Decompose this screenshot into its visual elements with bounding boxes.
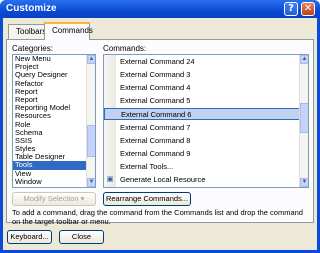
command-label: External Command 7 [120,122,191,132]
dropdown-arrow-icon: ▾ [80,194,85,203]
command-item[interactable]: External Command 24 [104,56,300,68]
modify-selection-button[interactable]: Modify Selection ▾ [12,192,96,206]
close-window-button[interactable]: ✕ [301,2,315,16]
commands-scrollbar[interactable]: ▲ ▼ [299,55,308,187]
commands-label: Commands: [103,44,147,53]
command-item[interactable]: External Command 6 [104,108,300,121]
categories-listbox[interactable]: New Menu Project Query Designer Refactor Rep… [12,54,96,188]
command-label: External Command 4 [120,83,191,93]
close-button[interactable]: Close [59,230,104,244]
categories-scrollbar[interactable]: ▲ ▼ [86,55,95,187]
command-label: External Tools... [120,161,174,171]
scroll-up-icon[interactable]: ▲ [87,55,95,64]
window-title: Customize [6,3,57,14]
command-item[interactable]: External Command 9 [104,148,300,160]
command-item[interactable]: External Tools... [104,161,300,173]
command-label: Generate Local Resource [120,174,206,184]
keyboard-button[interactable]: Keyboard... [7,230,52,244]
command-label: External Command 24 [120,57,195,66]
command-label: External Command 6 [121,110,192,120]
commands-listbox[interactable]: External Command 24 External Command 3 Ext… [103,54,309,188]
command-label: External Command 5 [120,96,191,106]
command-label: External Command 3 [120,70,191,80]
command-item[interactable]: External Command 4 [104,82,300,94]
tab-toolbars[interactable]: Toolbars [8,24,47,39]
command-label: External Command 8 [120,135,191,145]
command-item[interactable]: External Command 3 [104,69,300,81]
instructions-text: To add a command, drag the command from … [12,208,303,226]
rearrange-commands-button[interactable]: Rearrange Commands... [103,192,191,206]
command-item[interactable]: External Command 7 [104,122,300,134]
category-item[interactable]: XML [13,185,95,187]
scroll-down-icon[interactable]: ▼ [87,178,95,187]
modify-selection-label: Modify Selection [23,194,79,203]
title-bar[interactable]: Customize ? ✕ [0,0,320,18]
categories-label: Categories: [12,44,53,53]
customize-window: Customize ? ✕ Toolbars Commands Categori… [0,0,320,253]
commands-tab-panel: Categories: Commands: New Menu Project Que… [6,39,314,226]
scroll-thumb[interactable] [300,103,308,133]
scroll-up-icon[interactable]: ▲ [300,55,308,64]
generate-resource-icon: ▣ [106,175,114,183]
categories-items: New Menu Project Query Designer Refactor Rep… [13,55,95,187]
tab-commands[interactable]: Commands [44,22,93,40]
command-item[interactable]: ▣ Generate Local Resource [104,174,300,186]
scroll-down-icon[interactable]: ▼ [300,178,308,187]
dialog-client: Toolbars Commands Categories: Commands: … [3,18,317,250]
command-item[interactable]: External Command 5 [104,95,300,107]
help-button[interactable]: ? [284,2,298,16]
command-label: External Command 9 [120,148,191,158]
scroll-thumb[interactable] [87,125,95,157]
command-item[interactable]: External Command 8 [104,135,300,147]
